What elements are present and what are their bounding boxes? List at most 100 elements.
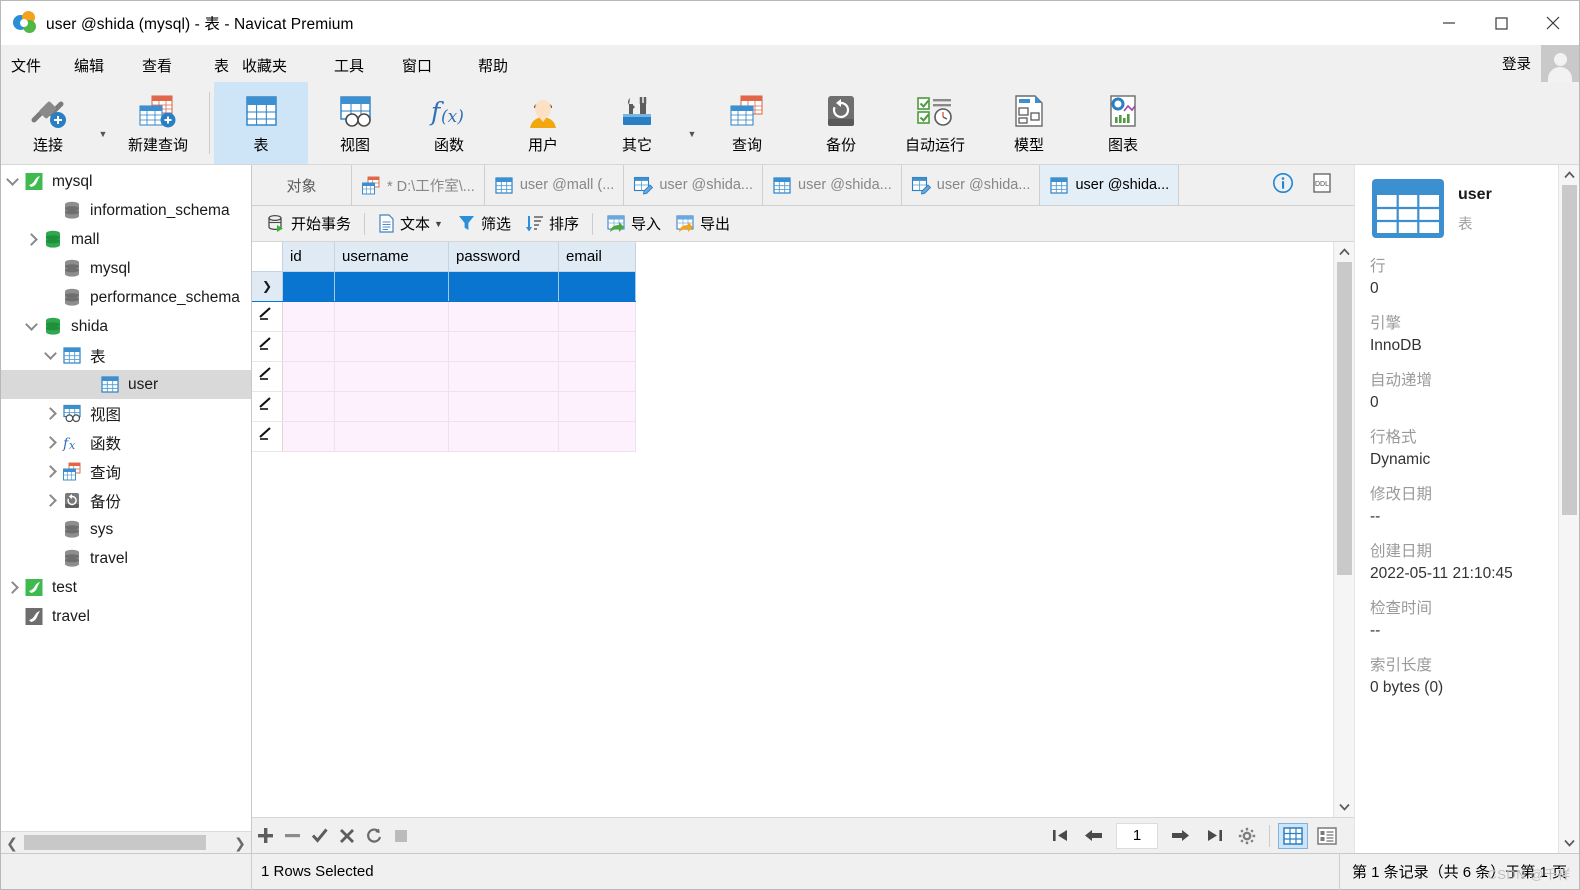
column-header-id[interactable]: id [282,242,335,272]
discard-change-icon[interactable] [333,821,360,851]
tab-objects[interactable]: 对象 [252,165,352,205]
table-cell[interactable] [282,330,335,362]
chevron-right-icon[interactable] [39,436,61,449]
table-cell[interactable] [334,420,449,452]
nav-next-icon[interactable] [1164,821,1197,851]
menu-item-tools[interactable]: 工具 [334,53,364,81]
text-caret-icon[interactable]: ▼ [434,219,443,229]
sort-button[interactable]: 排序 [518,210,586,238]
menu-item-favorites[interactable]: 收藏夹 [242,53,287,81]
chevron-right-icon[interactable] [39,494,61,507]
apply-change-icon[interactable] [306,821,333,851]
ddl-icon[interactable]: DDL [1312,172,1332,199]
table-cell[interactable] [334,360,449,392]
table-cell[interactable] [282,390,335,422]
chevron-right-icon[interactable] [20,233,42,246]
tree-item-mysql[interactable]: mysql [1,167,251,196]
scrollbar-thumb[interactable] [24,835,206,850]
table-row[interactable] [252,330,636,362]
gear-icon[interactable] [1230,821,1263,851]
chevron-right-icon[interactable] [39,465,61,478]
table-cell[interactable] [448,420,559,452]
table-row[interactable] [252,300,636,332]
refresh-icon[interactable] [360,821,387,851]
filter-button[interactable]: 筛选 [450,210,518,238]
scroll-up-icon[interactable] [1559,165,1580,185]
column-header-password[interactable]: password [448,242,559,272]
stop-icon[interactable] [387,821,414,851]
table-cell[interactable] [558,270,636,302]
tab-item[interactable]: * D:\工作室\... [352,165,485,205]
scroll-right-icon[interactable]: ❯ [229,832,251,854]
info-panel-scrollbar[interactable] [1558,165,1579,853]
column-header-username[interactable]: username [334,242,449,272]
table-cell[interactable] [448,330,559,362]
tree-item--[interactable]: 查询 [1,457,251,486]
tree-item--[interactable]: f x 函数 [1,428,251,457]
form-view-icon[interactable] [1312,823,1342,849]
tab-item[interactable]: user @mall (... [485,165,625,205]
toolbar-user[interactable]: 用户 [496,82,590,164]
tree-item--[interactable]: 备份 [1,486,251,515]
table-cell[interactable] [334,300,449,332]
grid-vertical-scrollbar[interactable] [1333,242,1354,817]
column-header-email[interactable]: email [558,242,636,272]
table-cell[interactable] [448,300,559,332]
tree-item-sys[interactable]: sys [1,515,251,544]
tree-item-mysql[interactable]: mysql [1,254,251,283]
toolbar-new-query[interactable]: 新建查询 [111,82,205,164]
table-cell[interactable] [334,330,449,362]
minimize-icon[interactable] [1423,1,1475,45]
nav-prev-icon[interactable] [1077,821,1110,851]
menu-item-edit[interactable]: 编辑 [74,53,104,81]
toolbar-model[interactable]: 模型 [982,82,1076,164]
tree-item--[interactable]: 视图 [1,399,251,428]
grid-view-icon[interactable] [1278,822,1308,849]
toolbar-other[interactable]: 其它 [590,82,684,164]
tree-item-travel[interactable]: travel [1,602,251,631]
info-circle-icon[interactable] [1272,172,1294,199]
table-cell[interactable] [558,300,636,332]
toolbar-automation[interactable]: 自动运行 [888,82,982,164]
toolbar-backup[interactable]: 备份 [794,82,888,164]
toolbar-query[interactable]: 查询 [700,82,794,164]
other-dropdown-caret-icon[interactable]: ▼ [684,82,700,164]
import-button[interactable]: 导入 [599,210,668,238]
scroll-down-icon[interactable] [1334,797,1355,817]
page-number-input[interactable]: 1 [1116,822,1158,849]
chevron-down-icon[interactable] [20,318,42,333]
table-cell[interactable] [558,360,636,392]
user-avatar-icon[interactable] [1541,45,1579,82]
tree-item-information_schema[interactable]: information_schema [1,196,251,225]
tree-item-travel[interactable]: travel [1,544,251,573]
data-grid[interactable]: id username password email ❯ [252,242,1333,817]
add-record-icon[interactable] [252,821,279,851]
table-cell[interactable] [558,420,636,452]
table-row[interactable] [252,390,636,422]
chevron-down-icon[interactable] [39,347,61,362]
table-row[interactable] [252,360,636,392]
tree-item-performance_schema[interactable]: performance_schema [1,283,251,312]
menu-item-help[interactable]: 帮助 [478,53,508,81]
chevron-right-icon[interactable] [1,581,23,594]
table-cell[interactable] [282,300,335,332]
remove-record-icon[interactable] [279,821,306,851]
chevron-down-icon[interactable] [1,173,23,188]
tab-item[interactable]: user @shida... [624,165,764,205]
tab-item[interactable]: user @shida... [902,165,1041,205]
sidebar-horizontal-scrollbar[interactable]: ❮ ❯ [1,831,251,853]
toolbar-connection[interactable]: 连接 [1,82,95,164]
tree-item-shida[interactable]: shida [1,312,251,341]
toolbar-view[interactable]: 视图 [308,82,402,164]
toolbar-function[interactable]: f (x) 函数 [402,82,496,164]
table-row[interactable]: ❯ [252,270,636,302]
login-button[interactable]: 登录 [1502,53,1531,74]
table-cell[interactable] [282,360,335,392]
table-cell[interactable] [558,390,636,422]
nav-first-icon[interactable] [1044,821,1077,851]
table-cell[interactable] [448,270,559,302]
table-cell[interactable] [448,390,559,422]
menu-item-table[interactable]: 表 [214,53,229,81]
close-icon[interactable] [1527,1,1579,45]
menu-item-view[interactable]: 查看 [142,53,172,81]
